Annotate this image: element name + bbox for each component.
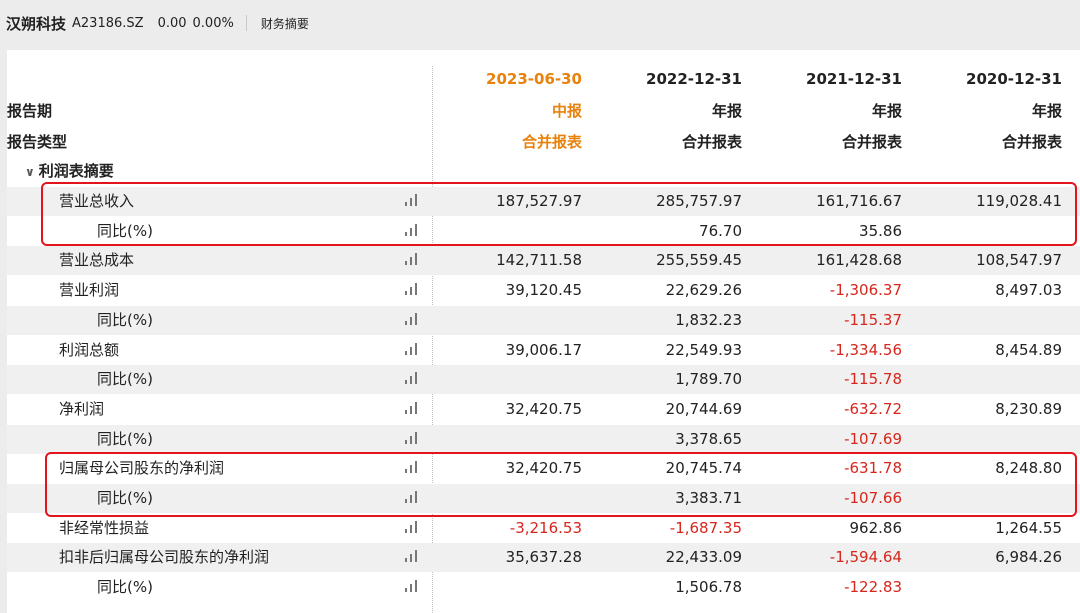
date-col-2[interactable]: 2022-12-31 <box>602 70 742 88</box>
row-label: 非经常性损益 <box>59 518 150 537</box>
row-label: 扣非后归属母公司股东的净利润 <box>59 548 270 567</box>
table-row[interactable]: 净利润 32,420.75 20,744.69 -632.72 8,230.89 <box>7 395 1080 424</box>
value-cell: 161,428.68 <box>816 251 902 270</box>
type-label: 报告类型 <box>7 133 68 151</box>
table-row[interactable]: 同比(%) 1,789.70 -115.78 <box>7 365 1080 395</box>
row-label: 利润总额 <box>59 340 120 359</box>
financial-summary-table: 2023-06-30 2022-12-31 2021-12-31 2020-12… <box>7 50 1080 613</box>
value-cell: 22,549.93 <box>665 340 742 359</box>
value-cell: 1,506.78 <box>675 578 742 597</box>
table-row[interactable]: 同比(%) 1,832.23 -115.37 <box>7 305 1080 335</box>
value-cell: -1,594.64 <box>829 548 902 567</box>
row-label: 同比(%) <box>97 310 153 329</box>
value-cell: 1,264.55 <box>995 518 1062 537</box>
value-cell: 1,832.23 <box>675 310 742 329</box>
bar-chart-icon[interactable] <box>405 550 425 563</box>
date-col-4[interactable]: 2020-12-31 <box>922 70 1062 88</box>
value-cell: 32,420.75 <box>505 399 582 418</box>
divider <box>245 15 247 31</box>
value-cell: 255,559.45 <box>656 251 742 270</box>
bar-chart-icon[interactable] <box>405 372 425 385</box>
value-cell: 22,629.26 <box>665 281 742 300</box>
bar-chart-icon[interactable] <box>405 431 425 444</box>
value-cell: -115.78 <box>844 370 902 389</box>
type-col-3: 合并报表 <box>841 133 902 151</box>
period-col-4: 年报 <box>1031 102 1062 120</box>
section-header-income-statement[interactable]: ∨ 利润表摘要 <box>7 160 1080 182</box>
section-tab-financial-summary[interactable]: 财务摘要 <box>261 15 309 32</box>
period-label: 报告期 <box>7 102 53 120</box>
bar-chart-icon[interactable] <box>405 401 425 414</box>
table-row[interactable]: 同比(%) 1,506.78 -122.83 <box>7 573 1080 602</box>
stock-change-pct: 0.00% <box>192 15 234 31</box>
value-cell: 35,637.28 <box>505 548 582 567</box>
type-col-4: 合并报表 <box>1001 133 1062 151</box>
value-cell: 6,984.26 <box>995 548 1062 567</box>
stock-code: A23186.SZ <box>72 15 144 31</box>
section-title: 利润表摘要 <box>38 162 114 180</box>
bar-chart-icon[interactable] <box>405 342 425 355</box>
value-cell: 8,454.89 <box>995 340 1062 359</box>
header-dates-row: 2023-06-30 2022-12-31 2021-12-31 2020-12… <box>7 70 1080 92</box>
value-cell: -3,216.53 <box>509 518 582 537</box>
value-cell: 39,006.17 <box>505 340 582 359</box>
period-col-1: 中报 <box>551 102 582 120</box>
value-cell: 22,433.09 <box>665 548 742 567</box>
value-cell: -1,306.37 <box>829 281 902 300</box>
bar-chart-icon[interactable] <box>405 283 425 296</box>
value-cell: -115.37 <box>844 310 902 329</box>
value-cell: -632.72 <box>844 399 902 418</box>
table-row[interactable]: 营业利润 39,120.45 22,629.26 -1,306.37 8,497.03 <box>7 276 1080 305</box>
value-cell: -107.69 <box>844 429 902 448</box>
highlight-revenue-box <box>41 182 1077 246</box>
row-label: 同比(%) <box>97 370 153 389</box>
stock-price: 0.00 <box>157 15 187 31</box>
table-row[interactable]: 非经常性损益 -3,216.53 -1,687.35 962.86 1,264.55 <box>7 514 1080 543</box>
header-period-row: 报告期 中报 年报 年报 年报 <box>7 100 1080 122</box>
row-label: 营业利润 <box>59 281 120 300</box>
table-row[interactable]: 扣非后归属母公司股东的净利润 35,637.28 22,433.09 -1,594.6… <box>7 543 1080 573</box>
value-cell: 1,789.70 <box>675 370 742 389</box>
bar-chart-icon[interactable] <box>405 520 425 533</box>
value-cell: -122.83 <box>844 578 902 597</box>
table-row[interactable]: 利润总额 39,006.17 22,549.93 -1,334.56 8,454.89 <box>7 336 1080 365</box>
row-label: 净利润 <box>59 399 105 418</box>
stock-header: 汉朔科技 A23186.SZ 0.00 0.00% 财务摘要 <box>0 0 1080 46</box>
value-cell: 108,547.97 <box>976 251 1062 270</box>
value-cell: 142,711.58 <box>496 251 582 270</box>
row-label: 同比(%) <box>97 429 153 448</box>
row-label: 营业总成本 <box>59 251 135 270</box>
period-col-2: 年报 <box>711 102 742 120</box>
row-label: 同比(%) <box>97 578 153 597</box>
period-col-3: 年报 <box>871 102 902 120</box>
table-row[interactable]: 营业总成本 142,711.58 255,559.45 161,428.68 108,5… <box>7 246 1080 276</box>
date-col-3[interactable]: 2021-12-31 <box>762 70 902 88</box>
type-col-1: 合并报表 <box>521 133 582 151</box>
bar-chart-icon[interactable] <box>405 253 425 266</box>
table-row[interactable]: 同比(%) 3,378.65 -107.69 <box>7 424 1080 454</box>
value-cell: 20,744.69 <box>665 399 742 418</box>
bar-chart-icon[interactable] <box>405 312 425 325</box>
chevron-down-icon[interactable]: ∨ <box>25 165 35 179</box>
header-type-row: 报告类型 合并报表 合并报表 合并报表 合并报表 <box>7 131 1080 153</box>
value-cell: 39,120.45 <box>505 281 582 300</box>
highlight-parent-net-profit-box <box>45 452 1077 517</box>
stock-name[interactable]: 汉朔科技 <box>6 13 66 34</box>
type-col-2: 合并报表 <box>681 133 742 151</box>
date-col-1[interactable]: 2023-06-30 <box>437 70 582 88</box>
value-cell: -1,334.56 <box>829 340 902 359</box>
value-cell: -1,687.35 <box>669 518 742 537</box>
value-cell: 8,230.89 <box>995 399 1062 418</box>
bar-chart-icon[interactable] <box>405 580 425 593</box>
value-cell: 8,497.03 <box>995 281 1062 300</box>
value-cell: 3,378.65 <box>675 429 742 448</box>
value-cell: 962.86 <box>849 518 903 537</box>
